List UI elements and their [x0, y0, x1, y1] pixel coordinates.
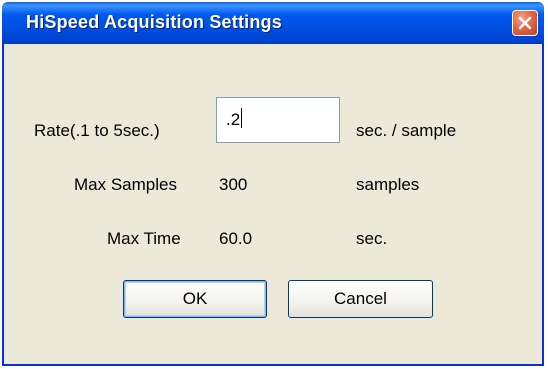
- rate-input-value: .2: [226, 110, 241, 129]
- max-samples-label: Max Samples: [74, 175, 177, 194]
- max-samples-unit: samples: [356, 175, 420, 194]
- text-caret: [241, 108, 243, 128]
- close-icon: [518, 16, 532, 30]
- close-button[interactable]: [512, 10, 538, 36]
- max-time-label: Max Time: [107, 229, 181, 248]
- title-bar[interactable]: HiSpeed Acquisition Settings: [2, 2, 544, 44]
- dialog-title: HiSpeed Acquisition Settings: [26, 12, 282, 32]
- ok-button[interactable]: OK: [123, 280, 267, 318]
- rate-input[interactable]: .2: [216, 97, 340, 143]
- max-samples-value: 300: [219, 175, 248, 194]
- max-time-unit: sec.: [356, 229, 388, 248]
- rate-label: Rate(.1 to 5sec.): [34, 121, 160, 140]
- rate-unit-label: sec. / sample: [356, 121, 457, 140]
- cancel-button[interactable]: Cancel: [288, 280, 433, 318]
- max-time-value: 60.0: [219, 229, 253, 248]
